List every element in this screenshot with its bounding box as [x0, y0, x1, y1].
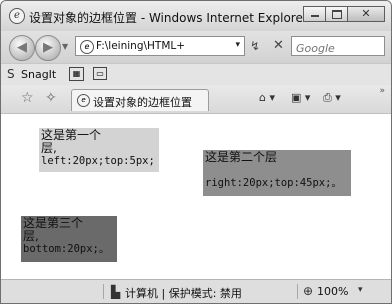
zoom-dropdown-icon[interactable]: ▾ — [358, 285, 363, 295]
computer-icon: ▙ — [111, 285, 121, 299]
layer-three-line3: bottom:20px;。 — [23, 243, 110, 255]
snagit-icon[interactable]: S — [7, 67, 15, 81]
capture-icon[interactable]: ▦ — [69, 67, 84, 81]
tab-label: 设置对象的边框位置 — [93, 96, 192, 109]
layer-two: 这是第二个层 right:20px;top:45px;。 — [203, 150, 351, 196]
search-box[interactable] — [291, 36, 385, 57]
layer-one-line3: left:20px;top:5px; — [41, 155, 155, 167]
page-content: 这是第一个 层, left:20px;top:5px; 这是第二个层 right… — [1, 113, 391, 280]
address-row: ◀ ▶ ▼ e F:\leining\HTML+ ▾ ↯ ✕ — [1, 31, 391, 63]
add-favorites-icon[interactable]: ✧ — [45, 90, 57, 106]
security-zone-text[interactable]: 计算机 | 保护模式: 禁用 — [125, 285, 242, 301]
window-controls — [303, 6, 385, 24]
layer-three: 这是第三个 层, bottom:20px;。 — [21, 216, 117, 262]
window-title: 设置对象的边框位置 - Windows Internet Explorer — [29, 11, 308, 25]
search-input[interactable] — [296, 40, 382, 57]
page-icon: e — [80, 40, 94, 54]
layer-three-line2: 层, — [23, 229, 39, 243]
capture-window-icon[interactable]: ▭ — [93, 67, 107, 80]
zoom-level[interactable]: 100% — [317, 285, 348, 298]
snagit-label[interactable]: SnagIt — [21, 68, 56, 81]
forward-button[interactable]: ▶ — [35, 35, 61, 61]
ie-icon: e — [9, 8, 25, 24]
layer-two-line1: 这是第二个层 — [205, 150, 278, 164]
tab-current[interactable]: e 设置对象的边框位置 — [71, 89, 209, 111]
tab-page-icon: e — [77, 94, 90, 107]
favorites-star-icon[interactable]: ☆ — [21, 90, 34, 106]
refresh-icon[interactable]: ↯ — [250, 39, 260, 53]
layer-one-line2: 层, — [41, 141, 57, 155]
url-text[interactable]: F:\leining\HTML+ — [96, 40, 216, 52]
layer-one: 这是第一个 层, left:20px;top:5px; — [39, 128, 159, 172]
title-bar[interactable]: e 设置对象的边框位置 - Windows Internet Explorer — [1, 1, 391, 31]
more-commands-icon[interactable]: » — [379, 86, 385, 96]
tab-row: ☆ ✧ e 设置对象的边框位置 ⌂ ▾ ▣ ▾ ⎙ ▾ » — [1, 85, 391, 113]
home-icon[interactable]: ⌂ ▾ — [259, 91, 275, 104]
back-button[interactable]: ◀ — [9, 35, 35, 61]
print-icon[interactable]: ⎙ ▾ — [323, 91, 341, 105]
status-divider — [297, 284, 298, 299]
feeds-icon[interactable]: ▣ ▾ — [291, 91, 310, 104]
maximize-button[interactable] — [325, 6, 348, 22]
browser-window: e 设置对象的边框位置 - Windows Internet Explorer … — [0, 0, 392, 304]
address-bar[interactable]: e F:\leining\HTML+ ▾ — [75, 36, 245, 56]
recent-pages-dropdown-icon[interactable]: ▼ — [62, 42, 68, 51]
stop-icon[interactable]: ✕ — [273, 38, 284, 53]
address-dropdown-icon[interactable]: ▾ — [235, 40, 240, 50]
snagit-toolbar: S SnagIt ▦ ▭ — [1, 63, 391, 87]
layer-one-line1: 这是第一个 — [41, 128, 102, 142]
close-button[interactable] — [347, 6, 385, 22]
zoom-icon[interactable]: ⊕ — [303, 284, 313, 298]
status-bar: ▙ 计算机 | 保护模式: 禁用 ⊕ 100% ▾ — [1, 279, 391, 303]
layer-two-line2: right:20px;top:45px;。 — [205, 177, 342, 189]
status-divider — [103, 284, 104, 299]
minimize-button[interactable] — [303, 6, 326, 22]
